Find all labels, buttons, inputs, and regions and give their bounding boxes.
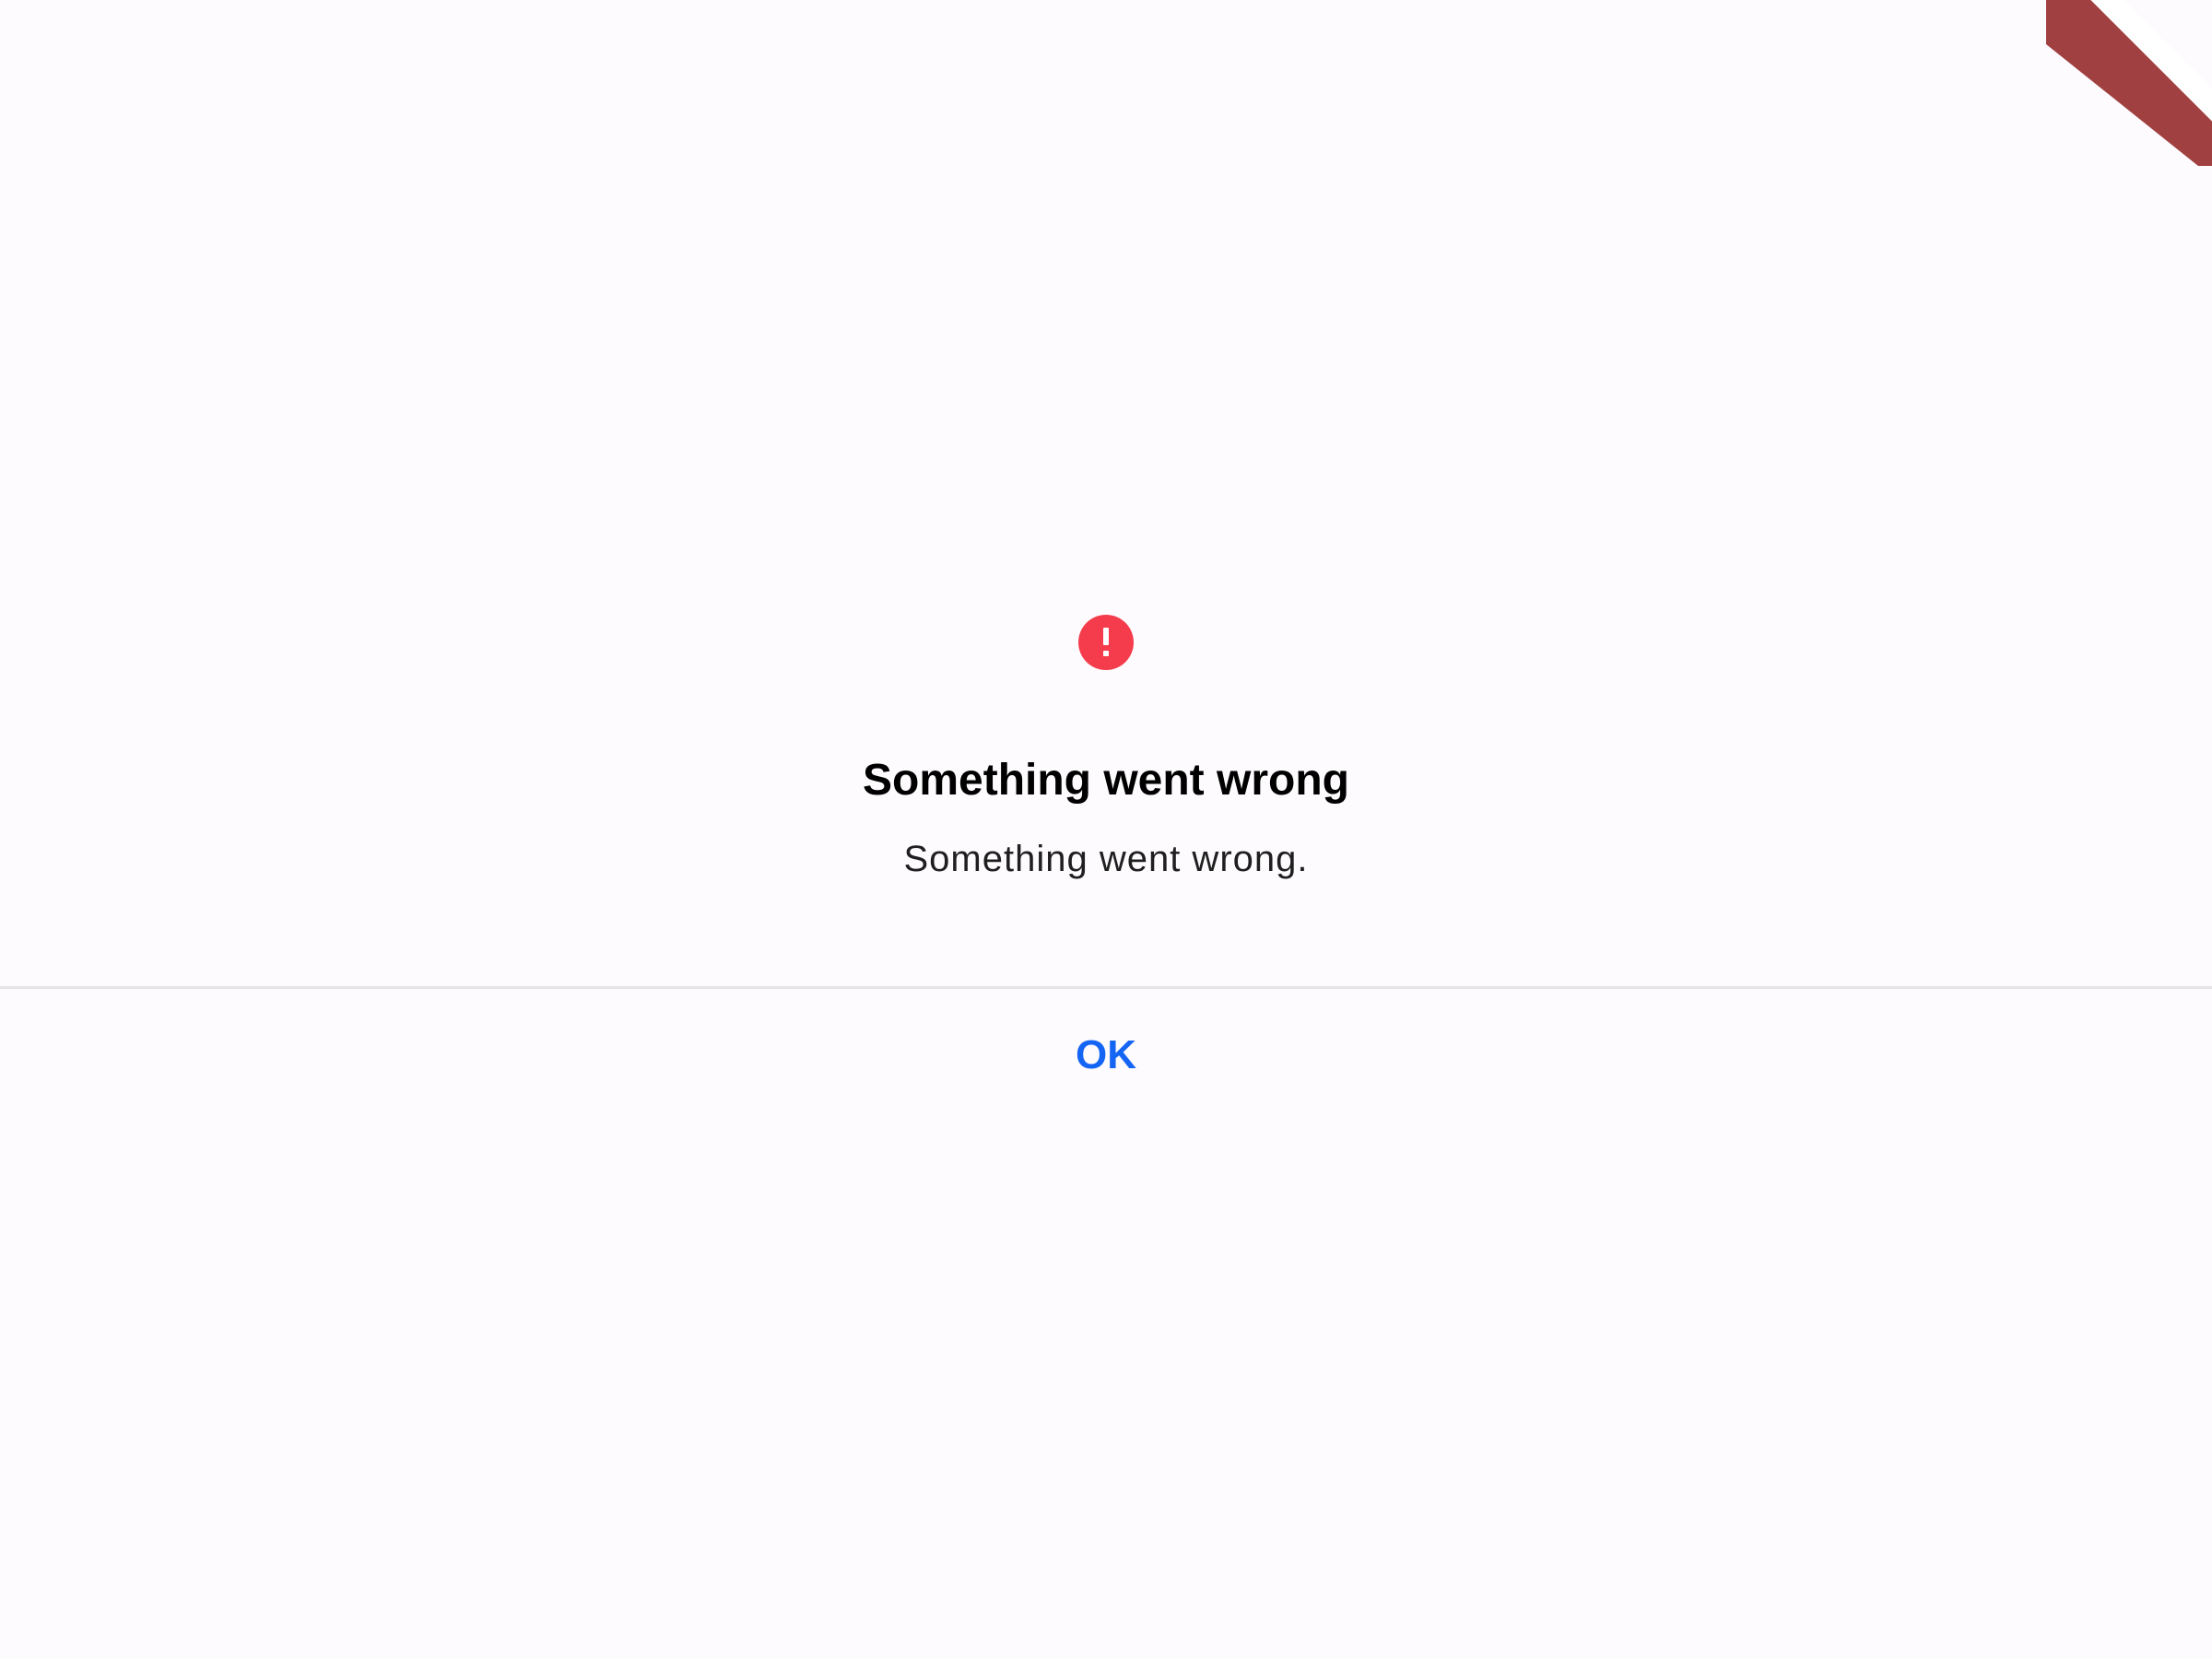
error-screen: Something went wrong Something went wron… xyxy=(0,0,2212,1659)
dialog-title: Something went wrong xyxy=(863,756,1349,805)
ok-button[interactable]: OK xyxy=(968,1005,1244,1106)
error-dialog: Something went wrong Something went wron… xyxy=(0,0,2212,988)
dialog-message: Something went wrong. xyxy=(903,839,1309,879)
divider xyxy=(0,986,2212,989)
error-icon xyxy=(1078,615,1134,670)
